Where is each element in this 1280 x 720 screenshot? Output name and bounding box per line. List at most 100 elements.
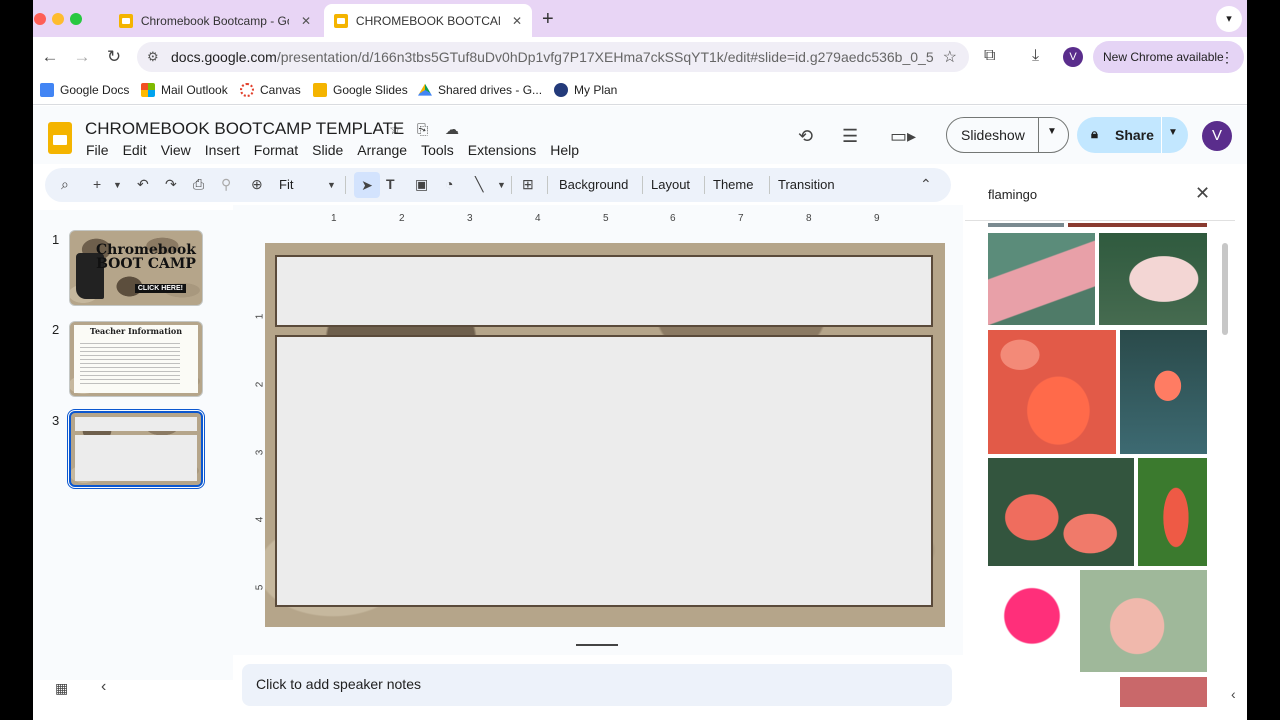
bookmark-shared-drives[interactable]: Shared drives - G... <box>418 83 542 97</box>
canvas-resize-handle[interactable] <box>576 644 618 646</box>
slide-thumbnail-2[interactable]: Teacher Information <box>69 321 203 397</box>
menu-arrange[interactable]: Arrange <box>357 142 407 158</box>
meet-video-icon[interactable]: ▭▸ <box>890 126 916 147</box>
new-slide-dropdown-icon[interactable]: ▼ <box>113 180 122 190</box>
collapse-toolbar-icon[interactable]: ⌃ <box>920 176 932 193</box>
image-icon[interactable]: ▣ <box>415 176 428 193</box>
forward-icon[interactable]: → <box>72 47 92 67</box>
text-box-icon[interactable]: T <box>386 176 395 192</box>
line-dropdown-icon[interactable]: ▼ <box>497 180 506 190</box>
image-result[interactable] <box>988 330 1116 454</box>
zoom-dropdown-icon[interactable]: ▼ <box>327 180 336 190</box>
star-icon[interactable]: ☆ <box>389 121 402 138</box>
menu-view[interactable]: View <box>161 142 191 158</box>
image-result[interactable] <box>1080 570 1207 672</box>
bookmark-label: Canvas <box>260 83 301 97</box>
image-result[interactable] <box>988 233 1095 325</box>
browser-tab[interactable]: Chromebook Bootcamp - Go ✕ <box>109 4 321 37</box>
menu-help[interactable]: Help <box>550 142 579 158</box>
undo-icon[interactable]: ↶ <box>137 176 149 193</box>
image-result[interactable] <box>988 570 1076 672</box>
paint-format-icon[interactable]: ⚲ <box>221 176 231 193</box>
collapse-filmstrip-icon[interactable]: ‹ <box>101 678 106 696</box>
grid-view-icon[interactable]: ▦ <box>55 680 68 697</box>
move-folder-icon[interactable]: ⎘ <box>417 121 428 138</box>
search-menus-icon[interactable]: ⌕ <box>61 176 69 193</box>
tab-search-icon[interactable]: ▾ <box>1216 6 1242 32</box>
comments-icon[interactable]: ☰ <box>842 126 858 147</box>
new-chrome-available-button[interactable]: New Chrome available ⋮ <box>1093 41 1244 73</box>
title-placeholder[interactable] <box>275 255 933 327</box>
menu-insert[interactable]: Insert <box>205 142 240 158</box>
print-icon[interactable]: ⎙ <box>193 176 204 193</box>
close-search-icon[interactable]: ✕ <box>1195 183 1210 204</box>
thumb-title: Chromebook BOOT CAMP <box>96 242 196 272</box>
bookmark-canvas[interactable]: Canvas <box>240 83 301 97</box>
cloud-status-icon[interactable]: ☁ <box>445 121 459 138</box>
bookmark-google-slides[interactable]: Google Slides <box>313 83 408 97</box>
add-comment-icon[interactable]: ⊞ <box>522 176 534 193</box>
menu-edit[interactable]: Edit <box>123 142 147 158</box>
speaker-notes[interactable]: Click to add speaker notes <box>242 664 952 706</box>
address-bar[interactable]: ⚙ docs.google.com/presentation/d/166n3tb… <box>137 42 969 72</box>
profile-avatar[interactable]: V <box>1063 47 1083 67</box>
new-slide-icon[interactable]: + <box>93 176 101 192</box>
menu-tools[interactable]: Tools <box>421 142 454 158</box>
menu-extensions[interactable]: Extensions <box>468 142 536 158</box>
bookmark-google-docs[interactable]: Google Docs <box>40 83 129 97</box>
layout-button[interactable]: Layout <box>651 177 690 192</box>
extensions-icon[interactable]: ⧉ <box>984 47 995 65</box>
menu-format[interactable]: Format <box>254 142 298 158</box>
menu-bar: File Edit View Insert Format Slide Arran… <box>86 142 593 158</box>
image-result[interactable] <box>1068 223 1207 227</box>
bookmark-star-icon[interactable]: ☆ <box>943 47 957 67</box>
shape-icon[interactable]: ◔ <box>445 176 453 192</box>
image-result[interactable] <box>1138 458 1207 566</box>
download-icon[interactable]: ⤓ <box>1032 47 1039 65</box>
body-placeholder[interactable] <box>275 335 933 607</box>
share-button[interactable]: 🔒︎ Share ▼ <box>1077 117 1188 153</box>
more-menu-icon[interactable]: ⋮ <box>1220 49 1234 66</box>
transition-button[interactable]: Transition <box>778 177 835 192</box>
site-info-icon[interactable]: ⚙ <box>147 49 159 65</box>
select-tool-icon[interactable]: ➤ <box>354 172 380 198</box>
side-panel-toggle-icon[interactable]: ‹ <box>1231 686 1236 702</box>
slide-thumbnail-1[interactable]: Chromebook BOOT CAMP CLICK HERE! <box>69 230 203 306</box>
image-search-input[interactable]: flamingo <box>988 187 1037 202</box>
slide-thumbnail-3[interactable] <box>67 409 205 489</box>
slideshow-button[interactable]: Slideshow ▼ <box>946 117 1069 153</box>
image-result[interactable] <box>988 458 1134 566</box>
new-tab-icon[interactable]: + <box>542 8 554 31</box>
image-result[interactable] <box>1120 330 1207 454</box>
zoom-select[interactable]: Fit <box>279 177 293 192</box>
image-result[interactable] <box>988 223 1064 227</box>
back-icon[interactable]: ← <box>40 47 60 67</box>
image-result[interactable] <box>1120 677 1207 707</box>
background-button[interactable]: Background <box>559 177 628 192</box>
close-tab-icon[interactable]: ✕ <box>512 14 522 28</box>
reload-icon[interactable]: ↻ <box>104 47 124 67</box>
line-icon[interactable]: ╲ <box>475 176 483 193</box>
slides-logo-icon[interactable] <box>48 122 72 154</box>
bookmark-my-plan[interactable]: My Plan <box>554 83 617 97</box>
document-title[interactable]: CHROMEBOOK BOOTCAMP TEMPLATE <box>85 119 404 139</box>
zoom-icon[interactable]: ⊕ <box>251 176 263 193</box>
theme-button[interactable]: Theme <box>713 177 753 192</box>
current-slide[interactable] <box>265 243 945 627</box>
bookmark-mail-outlook[interactable]: Mail Outlook <box>141 83 228 97</box>
image-result[interactable] <box>1099 233 1207 325</box>
share-dropdown-icon[interactable]: ▼ <box>1168 127 1178 138</box>
close-tab-icon[interactable]: ✕ <box>301 14 311 28</box>
address-toolbar: ← → ↻ ⚙ docs.google.com/presentation/d/1… <box>33 37 1247 77</box>
version-history-icon[interactable]: ⟲ <box>798 126 813 147</box>
menu-file[interactable]: File <box>86 142 109 158</box>
slideshow-dropdown-icon[interactable]: ▼ <box>1047 126 1057 137</box>
results-scrollbar[interactable] <box>1222 243 1228 335</box>
account-avatar[interactable]: V <box>1202 121 1232 151</box>
redo-icon[interactable]: ↷ <box>165 176 177 193</box>
maximize-window-button[interactable] <box>70 13 82 25</box>
close-window-button[interactable] <box>34 13 46 25</box>
minimize-window-button[interactable] <box>52 13 64 25</box>
browser-tab-active[interactable]: CHROMEBOOK BOOTCAMP ✕ <box>324 4 532 37</box>
menu-slide[interactable]: Slide <box>312 142 343 158</box>
